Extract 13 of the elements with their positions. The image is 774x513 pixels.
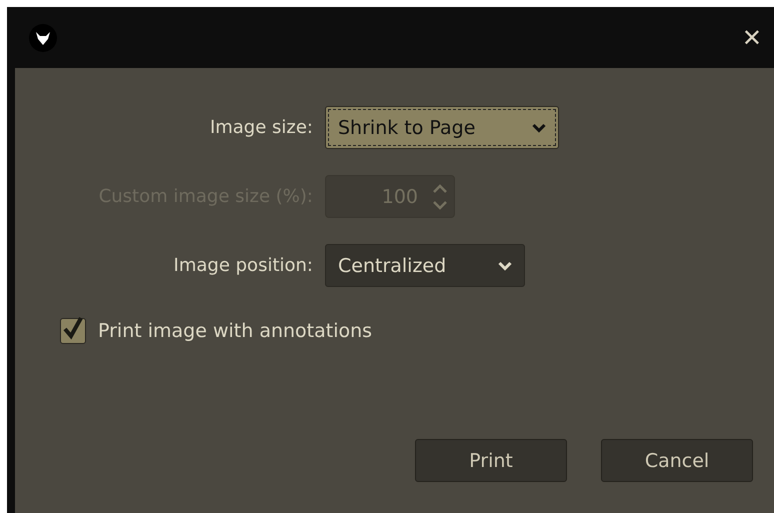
close-button[interactable]: ✕ <box>738 24 766 52</box>
chevron-down-icon <box>532 122 546 132</box>
logo-icon <box>29 24 57 52</box>
checkbox[interactable] <box>60 318 86 344</box>
dialog-button[interactable]: Print <box>415 439 567 482</box>
dialog-button[interactable]: Cancel <box>601 439 753 482</box>
dropdown[interactable]: Centralized <box>325 244 525 287</box>
up-down-arrows-icon <box>432 182 448 210</box>
dropdown[interactable]: Shrink to Page <box>325 106 559 149</box>
chevron-down-icon <box>498 260 512 270</box>
field-label: Image position: <box>174 255 313 276</box>
checkbox-label: Print image with annotations <box>98 320 372 342</box>
field-label: Image size: <box>210 117 313 138</box>
